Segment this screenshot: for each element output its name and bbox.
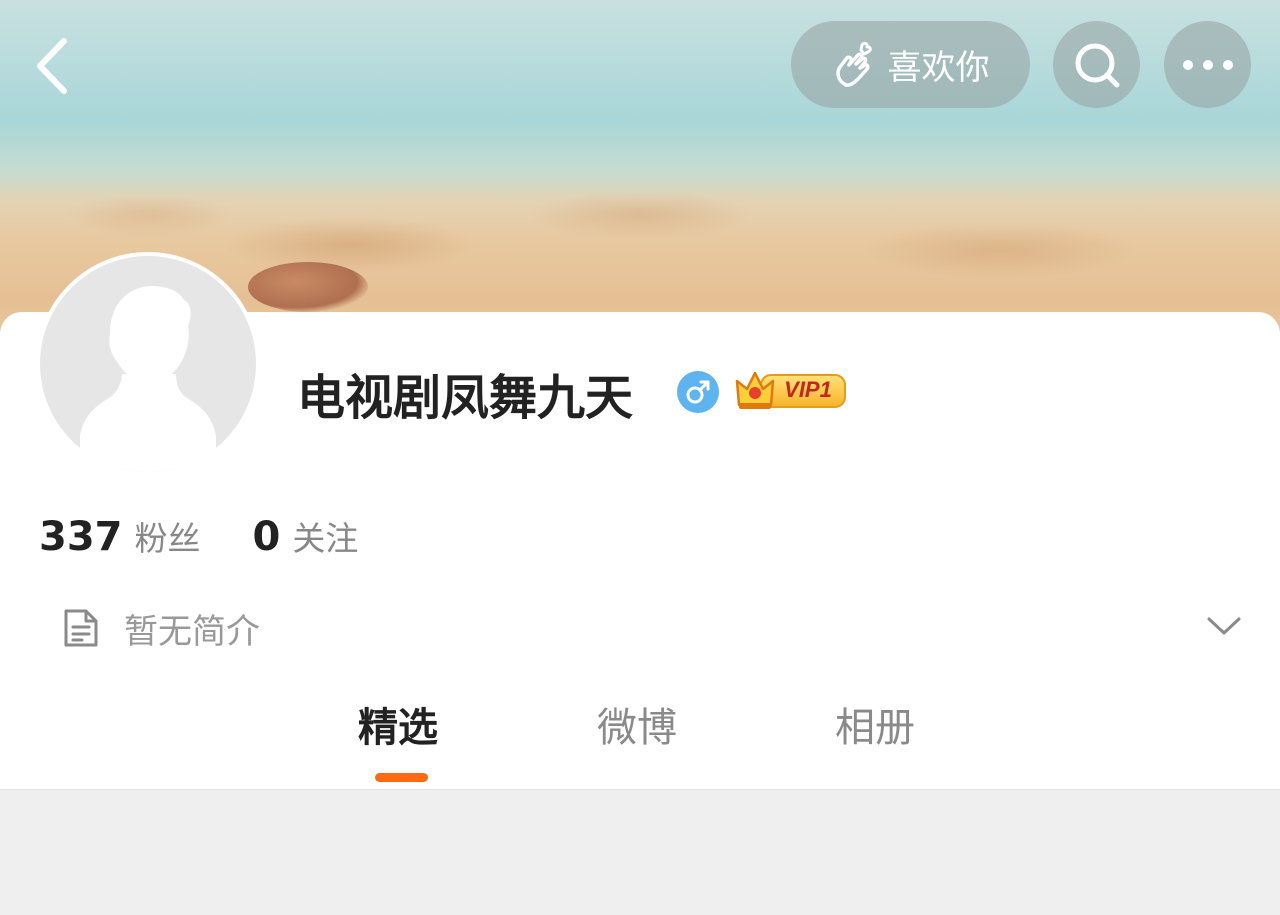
more-button[interactable] [1164,21,1251,108]
like-label: 喜欢你 [887,48,990,88]
profile-tabs: 精选 微博 相册 [0,690,1280,790]
document-icon [64,609,98,647]
search-button[interactable] [1053,21,1140,108]
followers-count[interactable]: 337 [39,514,123,560]
vip-label: VIP1 [784,377,832,402]
default-avatar-icon [40,256,256,472]
banner-rock [248,262,368,312]
hand-heart-icon [835,41,872,87]
chevron-down-icon [1207,617,1241,635]
content-area [0,790,1280,915]
tab-album[interactable]: 相册 [835,698,915,758]
avatar[interactable] [36,252,260,476]
search-icon [1075,43,1119,87]
bio-text: 暂无简介 [124,611,260,652]
tab-weibo[interactable]: 微博 [597,698,677,758]
more-dots-icon [1182,59,1233,70]
following-count[interactable]: 0 [253,514,281,560]
male-symbol-icon [677,371,719,413]
tab-active-indicator [375,773,428,782]
chevron-left-icon [37,38,67,94]
followers-label[interactable]: 粉丝 [135,512,201,560]
tab-featured[interactable]: 精选 [358,698,438,758]
profile-stats: 337 粉丝 0 关注 [39,512,358,568]
username: 电视剧凤舞九天 [297,370,634,426]
back-button[interactable] [30,36,74,96]
like-button[interactable]: 喜欢你 [791,21,1030,108]
expand-button[interactable] [1202,604,1246,648]
following-label[interactable]: 关注 [292,512,358,560]
vip-badge[interactable]: VIP1 [735,367,847,413]
bio-row[interactable]: 暂无简介 [62,600,260,656]
